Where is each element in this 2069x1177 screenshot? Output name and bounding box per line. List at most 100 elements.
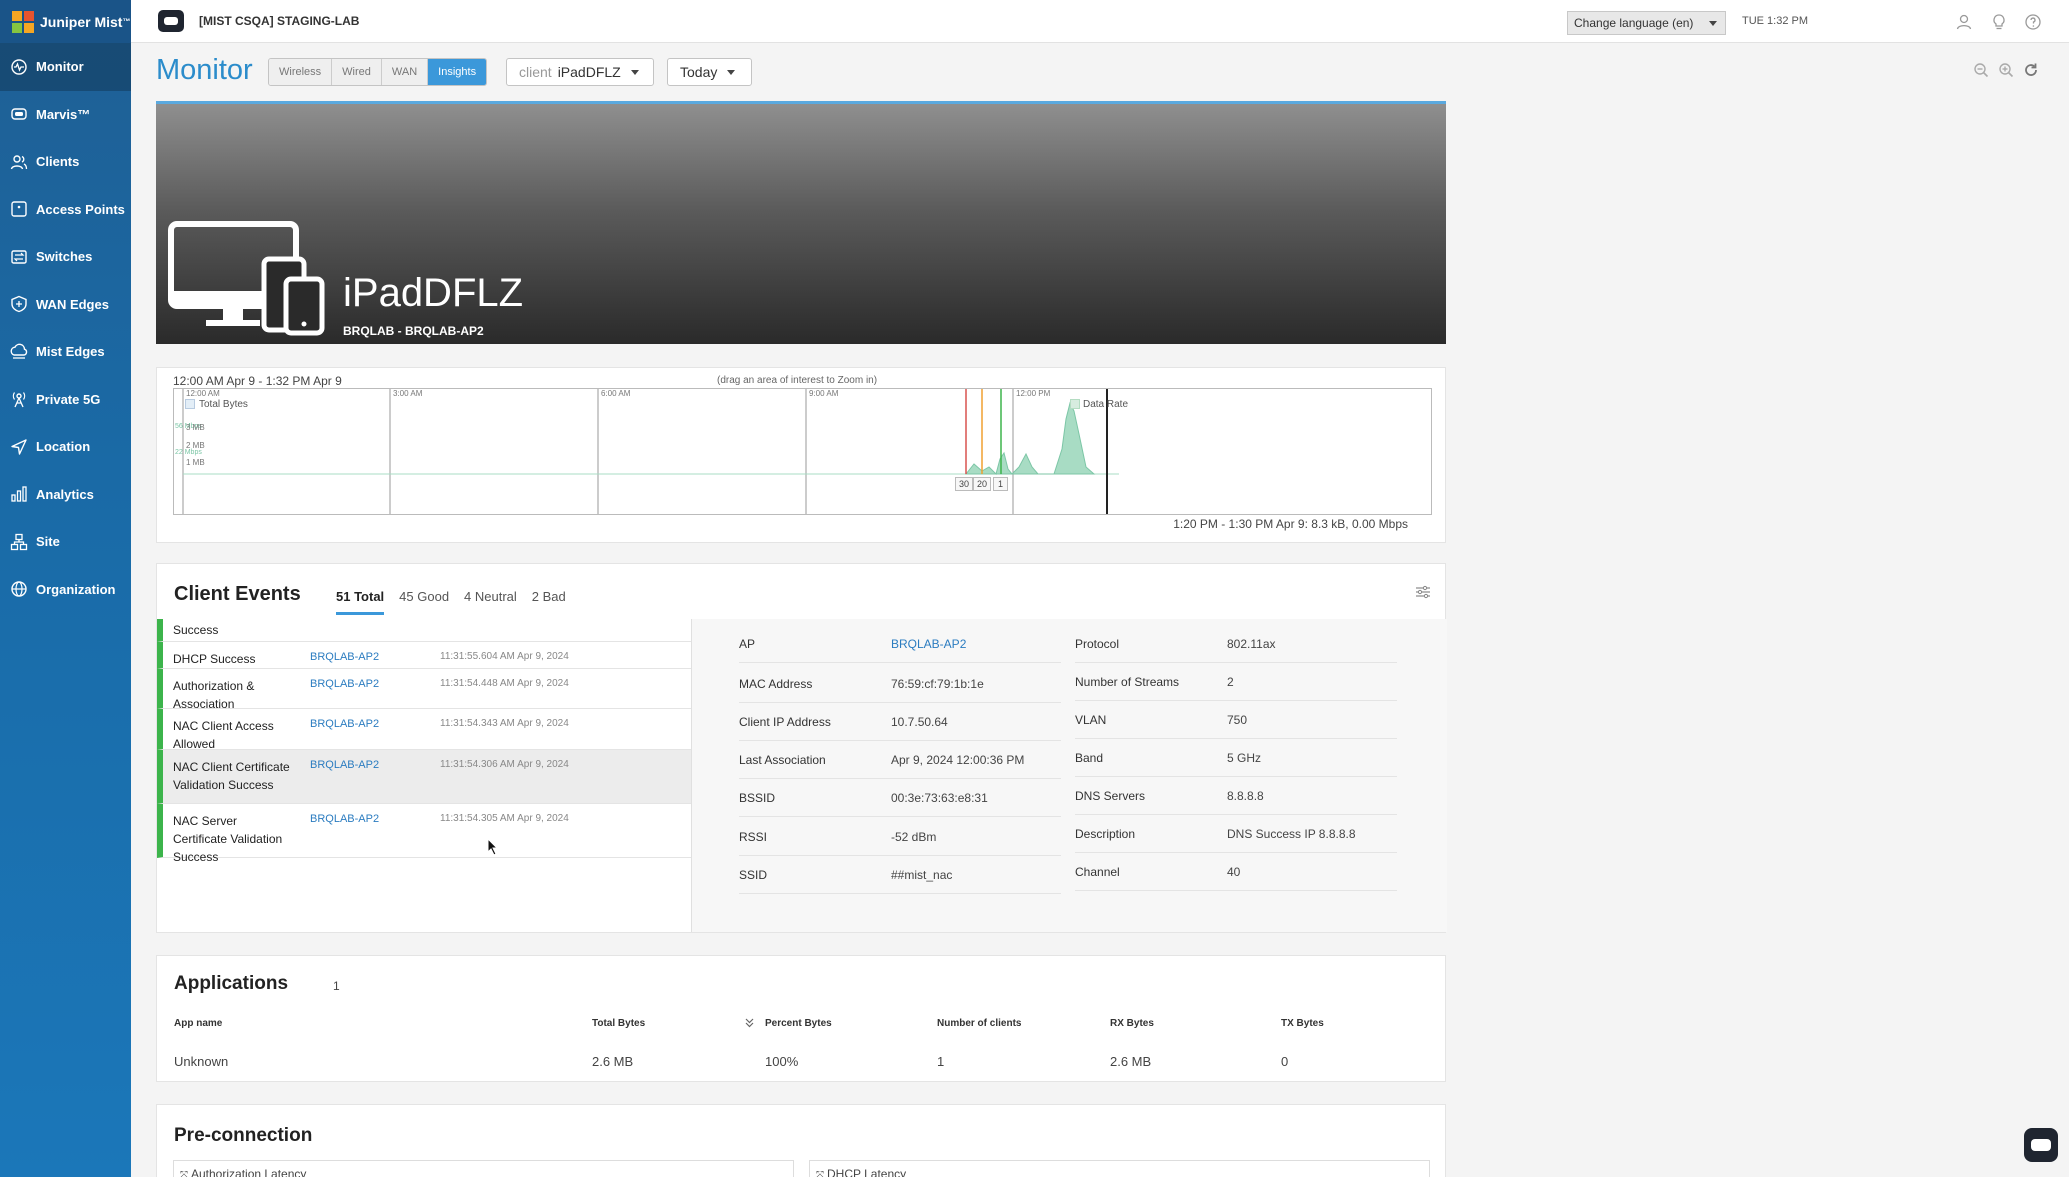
tab-wan[interactable]: WAN — [381, 59, 429, 85]
client-select[interactable]: client iPadDFLZ — [506, 58, 654, 86]
tab-wireless[interactable]: Wireless — [269, 59, 333, 85]
events-filter-tab[interactable]: 4 Neutral — [464, 589, 517, 615]
language-select[interactable]: Change language (en) — [1567, 11, 1726, 35]
expand-icon: ⤧ — [180, 1170, 188, 1177]
column-header[interactable]: Percent Bytes — [765, 1018, 832, 1029]
marvis-chat-button[interactable] — [2024, 1128, 2058, 1162]
column-header[interactable]: TX Bytes — [1281, 1018, 1324, 1029]
marker-label-30[interactable]: 30 — [955, 477, 974, 491]
event-name: DHCP Success — [173, 652, 256, 666]
sidebar-item-mist-edges[interactable]: Mist Edges — [0, 328, 131, 376]
zoom-out-icon[interactable] — [1973, 62, 1989, 78]
detail-key: RSSI — [739, 829, 768, 844]
sidebar-item-wan-edges[interactable]: WAN Edges — [0, 281, 131, 329]
sidebar-item-label: Marvis™ — [36, 106, 91, 122]
detail-key: Protocol — [1075, 636, 1120, 651]
sidebar-item-organization[interactable]: Organization — [0, 566, 131, 614]
event-ap-link[interactable]: BRQLAB-AP2 — [310, 651, 379, 663]
detail-key: MAC Address — [739, 676, 813, 691]
event-ap-link[interactable]: BRQLAB-AP2 — [310, 678, 379, 690]
column-header[interactable]: RX Bytes — [1110, 1018, 1154, 1029]
expand-icon: ⤧ — [816, 1170, 824, 1177]
org-name[interactable]: [MIST CSQA] STAGING-LAB — [199, 14, 359, 28]
detail-key: Number of Streams — [1075, 674, 1180, 689]
detail-value: 802.11ax — [1227, 636, 1276, 651]
detail-value: ##mist_nac — [891, 867, 953, 882]
detail-key: BSSID — [739, 790, 776, 805]
event-row[interactable]: Authorization & Association BRQLAB-AP2 11:… — [157, 669, 691, 711]
detail-row: Protocol 802.11ax — [1075, 625, 1397, 663]
sidebar-item-clients[interactable]: Clients — [0, 138, 131, 186]
event-timestamp: 11:31:54.305 AM Apr 9, 2024 — [440, 813, 569, 824]
events-filter-tab[interactable]: 51 Total — [336, 589, 385, 615]
pre-connection-panel: Pre-connection ⤧ Authorization Latency ⤧ D… — [156, 1104, 1446, 1177]
event-timestamp: 11:31:54.343 AM Apr 9, 2024 — [440, 718, 569, 729]
user-icon[interactable] — [1955, 13, 1973, 31]
event-row[interactable]: NAC Client Access Allowed BRQLAB-AP2 11:31… — [157, 709, 691, 751]
detail-row: MAC Address 76:59:cf:79:1b:1e — [739, 665, 1061, 703]
juniper-mist-logo[interactable]: Juniper Mist ™ — [0, 0, 131, 43]
table-cell: 0 — [1281, 1054, 1289, 1069]
authorization-latency-label: Authorization Latency — [191, 1167, 307, 1177]
detail-value: 2 — [1227, 674, 1234, 689]
chevron-down-icon — [727, 69, 736, 75]
location-icon — [10, 438, 28, 456]
sidebar-item-switches[interactable]: Switches — [0, 233, 131, 281]
table-cell: 1 — [937, 1054, 945, 1069]
timeline-plot[interactable]: 12:00 AM 3:00 AM 6:00 AM 9:00 AM 12:00 P… — [173, 388, 1432, 515]
language-select-label: Change language (en) — [1574, 16, 1694, 30]
events-filter-tab[interactable]: 2 Bad — [532, 589, 566, 615]
column-header[interactable]: Number of clients — [937, 1018, 1021, 1029]
pre-connection-title: Pre-connection — [174, 1125, 313, 1146]
detail-value: DNS Success IP 8.8.8.8 — [1227, 826, 1356, 841]
client-select-prefix: client — [519, 64, 552, 80]
event-row[interactable]: DHCP Success BRQLAB-AP2 11:31:55.604 AM Ap… — [157, 642, 691, 669]
detail-value: 750 — [1227, 712, 1248, 727]
sidebar-item-location[interactable]: Location — [0, 423, 131, 471]
sidebar-item-analytics[interactable]: Analytics — [0, 471, 131, 519]
event-details: AP BRQLAB-AP2 MAC Address 76:59:cf:79:1b:1e… — [692, 619, 1447, 932]
devices-icon — [168, 221, 325, 336]
sort-descending-icon[interactable] — [745, 1018, 754, 1028]
help-icon[interactable] — [2024, 13, 2042, 31]
event-row[interactable]: Success — [157, 619, 691, 642]
refresh-icon[interactable] — [2023, 62, 2039, 78]
sidebar-item-marvis[interactable]: Marvis™ — [0, 91, 131, 139]
sidebar-item-monitor[interactable]: Monitor — [0, 43, 131, 91]
sidebar-item-private-5g[interactable]: Private 5G — [0, 376, 131, 424]
zoom-in-icon[interactable] — [1998, 62, 2014, 78]
detail-value: -52 dBm — [891, 829, 937, 844]
detail-key: Last Association — [739, 752, 826, 767]
event-timestamp: 11:31:54.448 AM Apr 9, 2024 — [440, 678, 569, 689]
authorization-latency-box[interactable]: ⤧ Authorization Latency — [173, 1160, 794, 1177]
tab-wired[interactable]: Wired — [332, 59, 382, 85]
monitor-icon — [10, 58, 28, 76]
column-header[interactable]: App name — [174, 1018, 222, 1029]
time-period-select[interactable]: Today — [667, 58, 752, 86]
sidebar-item-label: Access Points — [36, 201, 125, 217]
sidebar-item-site[interactable]: Site — [0, 518, 131, 566]
tick-label-5: 12:00 PM — [1016, 389, 1051, 398]
event-ap-link[interactable]: BRQLAB-AP2 — [310, 813, 379, 825]
detail-value[interactable]: BRQLAB-AP2 — [891, 637, 966, 651]
detail-key: Client IP Address — [739, 714, 831, 729]
tab-insights[interactable]: Insights — [428, 59, 487, 85]
sidebar-item-access-points[interactable]: Access Points — [0, 186, 131, 234]
column-header[interactable]: Total Bytes — [592, 1018, 645, 1029]
tick-label-2: 3:00 AM — [393, 389, 423, 398]
event-row[interactable]: NAC Server Certificate Validation Succes… — [157, 804, 691, 864]
event-ap-link[interactable]: BRQLAB-AP2 — [310, 718, 379, 730]
event-row[interactable]: NAC Client Certificate Validation Succes… — [157, 750, 691, 804]
org-icon[interactable] — [158, 10, 184, 32]
lightbulb-icon[interactable] — [1990, 13, 2008, 31]
event-ap-link[interactable]: BRQLAB-AP2 — [310, 759, 379, 771]
dhcp-latency-box[interactable]: ⤧ DHCP Latency — [809, 1160, 1430, 1177]
clock: TUE 1:32 PM — [1742, 15, 1809, 27]
marker-label-20[interactable]: 20 — [973, 477, 992, 491]
detail-row: DNS Servers 8.8.8.8 — [1075, 777, 1397, 815]
marker-label-1[interactable]: 1 — [993, 477, 1009, 491]
filter-settings-icon[interactable] — [1415, 585, 1431, 599]
sidebar-item-label: Monitor — [36, 59, 84, 75]
events-filter-tab[interactable]: 45 Good — [399, 589, 449, 615]
event-name: Authorization & Association — [173, 679, 255, 711]
